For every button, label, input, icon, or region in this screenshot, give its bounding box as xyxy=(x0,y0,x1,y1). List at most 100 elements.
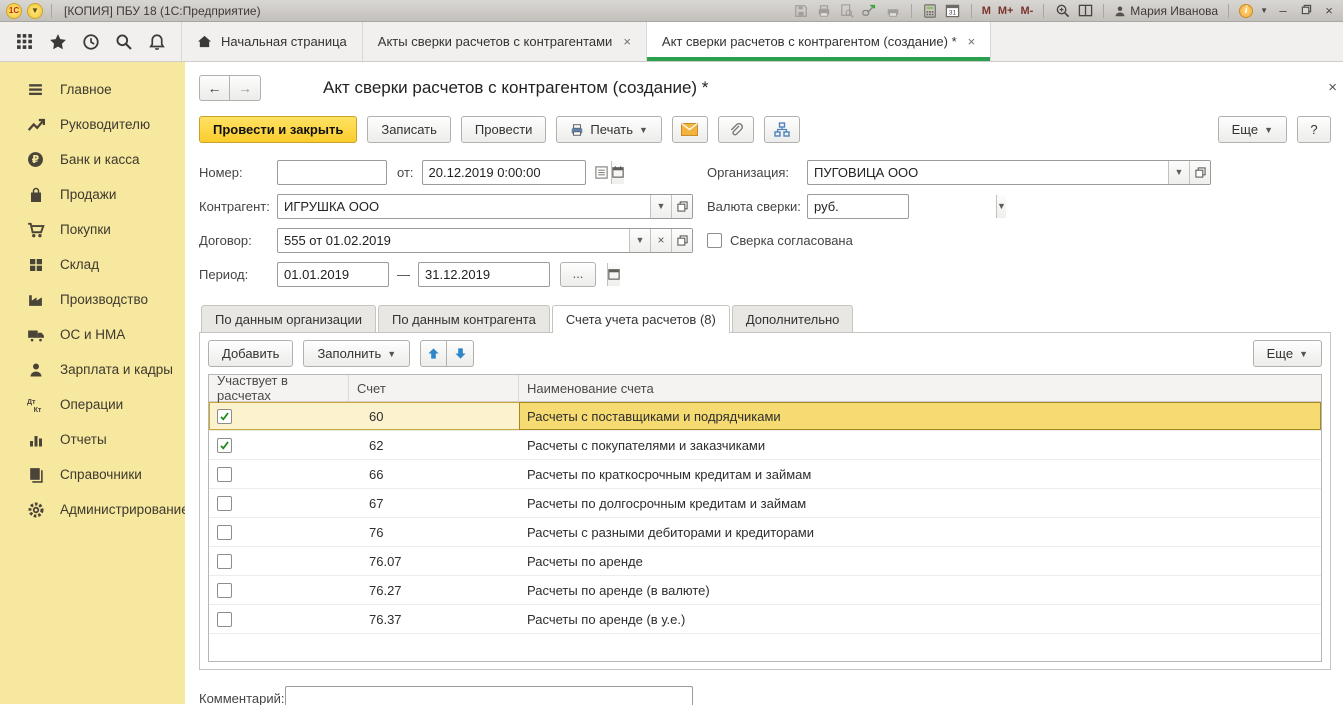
currency-input[interactable] xyxy=(808,195,996,218)
save-button[interactable]: Записать xyxy=(367,116,451,143)
organization-input[interactable] xyxy=(808,161,1168,184)
counterparty-input[interactable] xyxy=(278,195,650,218)
tab-by-counterparty[interactable]: По данным контрагента xyxy=(378,305,550,332)
close-icon[interactable]: × xyxy=(968,34,976,49)
sidebar-item-purchases[interactable]: Покупки xyxy=(0,212,185,247)
print-button[interactable]: Печать ▼ xyxy=(556,116,662,143)
calendar-picker-icon[interactable] xyxy=(611,161,624,184)
open-form-icon[interactable] xyxy=(1189,161,1210,184)
menu-grid-icon[interactable] xyxy=(8,22,41,61)
sidebar-item-reports[interactable]: Отчеты xyxy=(0,422,185,457)
calculator-icon[interactable] xyxy=(922,3,938,19)
info-icon[interactable]: i xyxy=(1239,4,1253,18)
memory-mminus-button[interactable]: M- xyxy=(1020,5,1033,17)
open-list-icon[interactable] xyxy=(594,165,609,180)
fill-button[interactable]: Заполнить▼ xyxy=(303,340,410,367)
post-button[interactable]: Провести xyxy=(461,116,547,143)
chevron-down-icon[interactable]: ▼ xyxy=(996,195,1006,218)
sidebar-item-fixed-assets[interactable]: ОС и НМА xyxy=(0,317,185,352)
participates-checkbox[interactable] xyxy=(217,583,232,598)
move-down-button[interactable] xyxy=(447,340,474,367)
contract-input[interactable] xyxy=(278,229,629,252)
sidebar-item-directories[interactable]: Справочники xyxy=(0,457,185,492)
tab-home[interactable]: Начальная страница xyxy=(182,22,363,61)
print-preview-icon[interactable] xyxy=(839,3,855,19)
chevron-down-icon[interactable]: ▼ xyxy=(1168,161,1189,184)
print-current-icon[interactable] xyxy=(885,3,901,19)
table-row[interactable]: 60 Расчеты с поставщиками и подрядчиками xyxy=(209,402,1321,431)
sidebar-item-administration[interactable]: Администрирование xyxy=(0,492,185,527)
tab-settlement-accounts[interactable]: Счета учета расчетов (8) xyxy=(552,305,730,333)
participates-checkbox[interactable] xyxy=(217,438,232,453)
table-row[interactable]: 76.37 Расчеты по аренде (в у.е.) xyxy=(209,605,1321,634)
close-icon[interactable]: × xyxy=(623,34,631,49)
forward-button[interactable]: → xyxy=(230,75,261,101)
table-row[interactable]: 67 Расчеты по долгосрочным кредитам и за… xyxy=(209,489,1321,518)
account-name[interactable]: Расчеты по аренде xyxy=(519,547,1321,575)
agreed-checkbox[interactable] xyxy=(707,233,722,248)
column-header[interactable]: Участвует в расчетах xyxy=(209,375,349,401)
external-link-icon[interactable] xyxy=(862,3,878,19)
sidebar-item-operations[interactable]: ДтКтОперации xyxy=(0,387,185,422)
window-close-button[interactable]: × xyxy=(1321,3,1337,18)
participates-checkbox[interactable] xyxy=(217,612,232,627)
post-and-close-button[interactable]: Провести и закрыть xyxy=(199,116,357,143)
email-button[interactable] xyxy=(672,116,708,143)
window-restore-button[interactable] xyxy=(1298,3,1314,18)
calendar-picker-icon[interactable] xyxy=(607,263,620,286)
table-row[interactable]: 66 Расчеты по краткосрочным кредитам и з… xyxy=(209,460,1321,489)
print-icon[interactable] xyxy=(816,3,832,19)
attachments-button[interactable] xyxy=(718,116,754,143)
chevron-down-icon[interactable]: ▼ xyxy=(629,229,650,252)
account-code[interactable]: 62 xyxy=(349,431,519,459)
table-row[interactable]: 76.27 Расчеты по аренде (в валюте) xyxy=(209,576,1321,605)
participates-checkbox[interactable] xyxy=(217,409,232,424)
account-name[interactable]: Расчеты по аренде (в у.е.) xyxy=(519,605,1321,633)
sidebar-item-manager[interactable]: Руководителю xyxy=(0,107,185,142)
account-code[interactable]: 76.07 xyxy=(349,547,519,575)
open-form-icon[interactable] xyxy=(671,195,692,218)
help-button[interactable]: ? xyxy=(1297,116,1331,143)
tab-acts-list[interactable]: Акты сверки расчетов с контрагентами × xyxy=(363,22,647,61)
notifications-bell-icon[interactable] xyxy=(140,22,173,61)
account-code[interactable]: 76 xyxy=(349,518,519,546)
account-code[interactable]: 60 xyxy=(349,402,519,430)
account-name[interactable]: Расчеты по краткосрочным кредитам и займ… xyxy=(519,460,1321,488)
period-options-button[interactable]: ... xyxy=(560,262,596,287)
date-input[interactable] xyxy=(423,161,611,184)
account-code[interactable]: 76.27 xyxy=(349,576,519,604)
form-close-icon[interactable]: × xyxy=(1328,80,1337,95)
search-icon[interactable] xyxy=(107,22,140,61)
account-code[interactable]: 67 xyxy=(349,489,519,517)
memory-mplus-button[interactable]: M+ xyxy=(998,5,1014,17)
number-input[interactable] xyxy=(278,161,386,184)
more-button[interactable]: Еще▼ xyxy=(1218,116,1287,143)
sidebar-item-payroll[interactable]: Зарплата и кадры xyxy=(0,352,185,387)
account-name[interactable]: Расчеты с разными дебиторами и кредитора… xyxy=(519,518,1321,546)
save-icon[interactable] xyxy=(793,3,809,19)
memory-m-button[interactable]: M xyxy=(982,5,991,17)
table-row[interactable]: 76.07 Расчеты по аренде xyxy=(209,547,1321,576)
participates-checkbox[interactable] xyxy=(217,525,232,540)
account-code[interactable]: 66 xyxy=(349,460,519,488)
sidebar-item-sales[interactable]: Продажи xyxy=(0,177,185,212)
history-icon[interactable] xyxy=(74,22,107,61)
tab-act-create[interactable]: Акт сверки расчетов с контрагентом (созд… xyxy=(647,22,991,61)
account-name[interactable]: Расчеты по аренде (в валюте) xyxy=(519,576,1321,604)
sidebar-item-production[interactable]: Производство xyxy=(0,282,185,317)
account-name[interactable]: Расчеты с покупателями и заказчиками xyxy=(519,431,1321,459)
tab-additional[interactable]: Дополнительно xyxy=(732,305,854,332)
column-header[interactable]: Наименование счета xyxy=(519,375,1321,401)
account-name[interactable]: Расчеты с поставщиками и подрядчиками xyxy=(519,402,1321,430)
structure-button[interactable] xyxy=(764,116,800,143)
zoom-icon[interactable] xyxy=(1054,3,1070,19)
sidebar-item-bank[interactable]: ₽Банк и касса xyxy=(0,142,185,177)
favorites-star-icon[interactable] xyxy=(41,22,74,61)
sidebar-item-warehouse[interactable]: Склад xyxy=(0,247,185,282)
window-minimize-button[interactable]: – xyxy=(1275,3,1291,18)
move-up-button[interactable] xyxy=(420,340,447,367)
participates-checkbox[interactable] xyxy=(217,496,232,511)
column-header[interactable]: Счет xyxy=(349,375,519,401)
sidebar-item-main[interactable]: Главное xyxy=(0,72,185,107)
clear-icon[interactable]: × xyxy=(650,229,671,252)
